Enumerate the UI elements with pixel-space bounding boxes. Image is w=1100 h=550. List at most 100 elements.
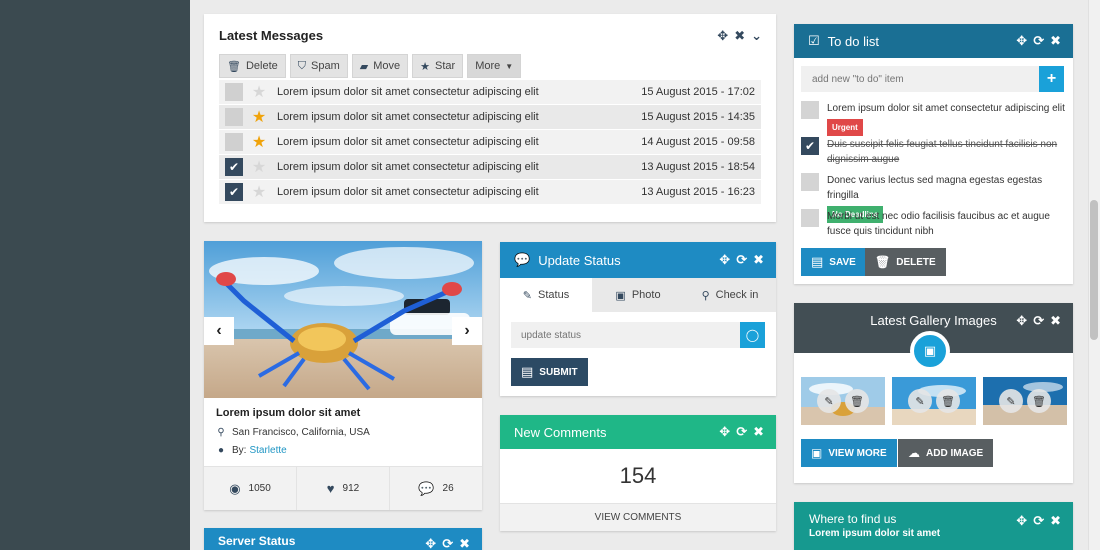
close-icon[interactable]: ✖ [1050, 313, 1061, 329]
message-row[interactable]: ★ Lorem ipsum dolor sit amet consectetur… [219, 130, 761, 155]
star-button[interactable]: ★ Star [412, 54, 464, 78]
add-image-button[interactable]: ☁ ADD IMAGE [898, 439, 994, 467]
chevron-down-icon[interactable]: ⌄ [751, 28, 762, 44]
move-icon[interactable]: ✥ [719, 252, 730, 268]
star-icon[interactable]: ★ [245, 107, 273, 127]
scrollbar-thumb[interactable] [1090, 200, 1098, 340]
row-checkbox[interactable]: ✔ [225, 183, 243, 201]
tab-label: Status [538, 289, 570, 301]
row-checkbox[interactable]: ✔ [225, 158, 243, 176]
close-icon[interactable]: ✖ [1050, 33, 1061, 49]
delete-image-button[interactable]: 🗑 [845, 389, 869, 413]
pencil-icon: ✎ [522, 289, 533, 302]
refresh-icon[interactable]: ⟳ [736, 252, 747, 268]
add-image-label: ADD IMAGE [926, 447, 984, 459]
trash-icon: 🗑 [850, 395, 864, 408]
panel-header: ☑ To do list ✥ ⟳ ✖ [794, 24, 1073, 58]
author-link[interactable]: Starlette [249, 445, 286, 456]
refresh-icon[interactable]: ⟳ [736, 424, 747, 440]
move-label: Move [373, 60, 401, 72]
todo-checkbox[interactable]: ✔ [801, 137, 819, 155]
move-icon[interactable]: ✥ [717, 28, 728, 44]
comments-count: 26 [442, 483, 454, 494]
message-text: Lorem ipsum dolor sit amet consectetur a… [277, 136, 539, 148]
prev-slide-button[interactable]: ‹ [204, 317, 234, 345]
todo-checkbox[interactable] [801, 209, 819, 227]
todo-checkbox[interactable] [801, 101, 819, 119]
checkbox-icon: ☑ [808, 33, 820, 48]
move-icon[interactable]: ✥ [425, 536, 436, 550]
todo-checkbox[interactable] [801, 173, 819, 191]
close-icon[interactable]: ✖ [753, 252, 764, 268]
view-comments-link[interactable]: VIEW COMMENTS [500, 503, 776, 531]
close-icon[interactable]: ✖ [459, 536, 470, 550]
tab-status[interactable]: ✎ Status [500, 278, 592, 312]
row-checkbox[interactable] [225, 133, 243, 151]
delete-image-button[interactable]: 🗑 [1027, 389, 1051, 413]
star-icon[interactable]: ★ [245, 132, 273, 152]
delete-button[interactable]: 🗑 DELETE [865, 248, 946, 276]
tab-photo[interactable]: ▣ Photo [592, 278, 684, 312]
refresh-icon[interactable]: ⟳ [1033, 513, 1044, 529]
save-button[interactable]: ▤ SAVE [801, 248, 866, 276]
move-icon[interactable]: ✥ [719, 424, 730, 440]
more-dropdown[interactable]: More ▼ [467, 54, 522, 78]
move-button[interactable]: ▰ Move [351, 54, 409, 78]
tab-check-in[interactable]: ⚲ Check in [684, 278, 776, 312]
panel-subtitle: Lorem ipsum dolor sit amet [809, 528, 941, 539]
close-icon[interactable]: ✖ [753, 424, 764, 440]
star-icon[interactable]: ★ [245, 82, 273, 102]
message-row[interactable]: ✔ ★ Lorem ipsum dolor sit amet consectet… [219, 180, 761, 205]
send-status-button[interactable]: ◯ [740, 322, 765, 348]
todo-text: Morbi ut est nec odio facilisis faucibus… [827, 211, 1050, 237]
panel-controls: ✥ ⟳ ✖ [719, 242, 764, 278]
delete-image-button[interactable]: 🗑 [936, 389, 960, 413]
panel-controls: ✥ ⟳ ✖ [425, 528, 470, 550]
trash-icon: 🗑 [875, 255, 891, 269]
refresh-icon[interactable]: ⟳ [1033, 313, 1044, 329]
scrollbar-track[interactable] [1088, 0, 1100, 550]
edit-image-button[interactable]: ✎ [908, 389, 932, 413]
edit-image-button[interactable]: ✎ [999, 389, 1023, 413]
status-tabs: ✎ Status ▣ Photo ⚲ Check in [500, 278, 776, 312]
message-row[interactable]: ★ Lorem ipsum dolor sit amet consectetur… [219, 80, 761, 105]
spam-label: Spam [311, 60, 340, 72]
close-icon[interactable]: ✖ [734, 28, 745, 44]
refresh-icon[interactable]: ⟳ [442, 536, 453, 550]
delete-button[interactable]: 🗑 Delete [219, 54, 286, 78]
move-icon[interactable]: ✥ [1016, 513, 1027, 529]
gallery-thumb[interactable]: ✎ 🗑 [892, 377, 976, 425]
todo-text: Donec varius lectus sed magna egestas eg… [827, 175, 1043, 201]
move-icon[interactable]: ✥ [1016, 33, 1027, 49]
comments-stat[interactable]: 💬 26 [390, 467, 482, 510]
views-stat[interactable]: ◉ 1050 [204, 467, 297, 510]
todo-input[interactable] [801, 66, 1039, 92]
row-checkbox[interactable] [225, 108, 243, 126]
submit-label: SUBMIT [539, 366, 578, 378]
map-pin-icon: ⚲ [217, 427, 225, 438]
spam-button[interactable]: ⛉ Spam [289, 54, 348, 78]
star-icon[interactable]: ★ [245, 182, 273, 202]
message-date: 13 August 2015 - 18:54 [641, 161, 755, 173]
message-text: Lorem ipsum dolor sit amet consectetur a… [277, 86, 539, 98]
star-icon[interactable]: ★ [245, 157, 273, 177]
add-todo-button[interactable]: + [1039, 66, 1064, 92]
view-more-button[interactable]: ▣ VIEW MORE [801, 439, 897, 467]
status-input[interactable] [511, 322, 741, 348]
card-author: ● By: Starlette [216, 445, 287, 456]
thumb-image [892, 377, 976, 425]
gallery-thumb[interactable]: ✎ 🗑 [983, 377, 1067, 425]
gallery-thumb[interactable]: ✎ 🗑 [801, 377, 885, 425]
close-icon[interactable]: ✖ [1050, 513, 1061, 529]
refresh-icon[interactable]: ⟳ [1033, 33, 1044, 49]
edit-image-button[interactable]: ✎ [817, 389, 841, 413]
submit-button[interactable]: ▤ SUBMIT [511, 358, 588, 386]
message-row[interactable]: ★ Lorem ipsum dolor sit amet consectetur… [219, 105, 761, 130]
move-icon[interactable]: ✥ [1016, 313, 1027, 329]
more-label: More [475, 60, 501, 72]
message-row[interactable]: ✔ ★ Lorem ipsum dolor sit amet consectet… [219, 155, 761, 180]
row-checkbox[interactable] [225, 83, 243, 101]
next-slide-button[interactable]: › [452, 317, 482, 345]
likes-stat[interactable]: ♥ 912 [297, 467, 390, 510]
save-icon: ▤ [811, 254, 824, 269]
